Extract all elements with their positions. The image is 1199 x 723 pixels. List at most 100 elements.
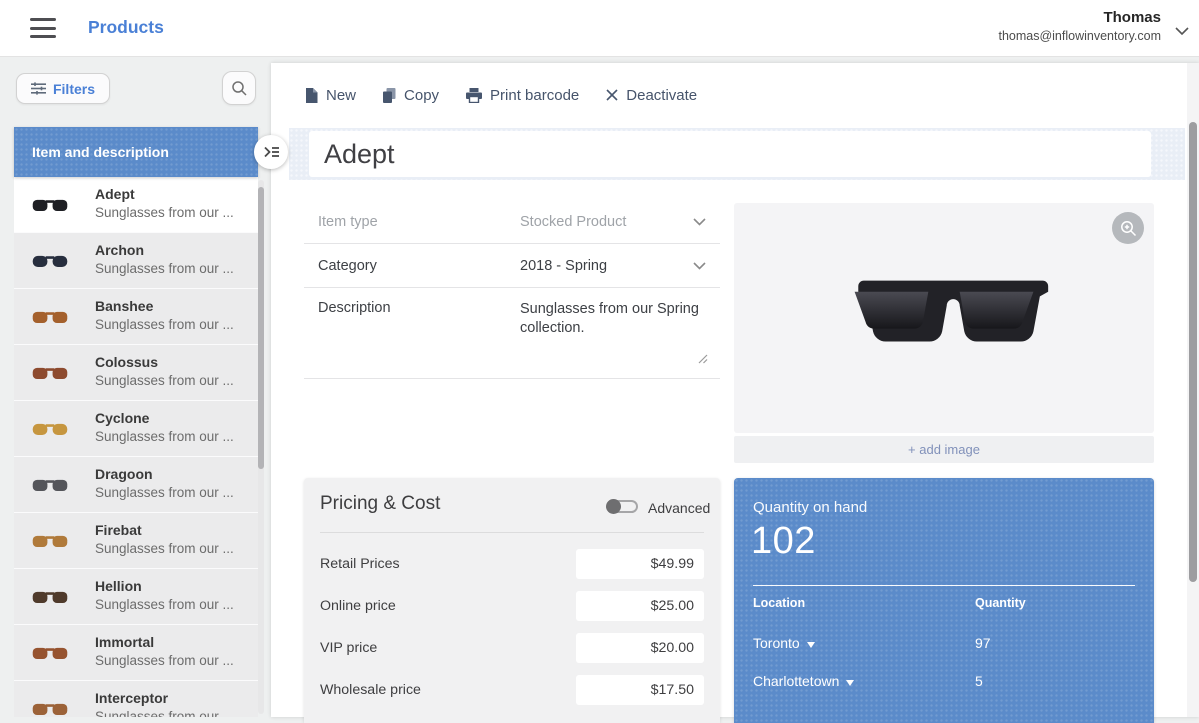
product-name: Dragoon [95,466,153,482]
wholesale-price-row: Wholesale price $17.50 [304,675,720,705]
search-button[interactable] [222,71,256,105]
main-scrollbar-thumb[interactable] [1189,122,1197,582]
zoom-image-button[interactable] [1112,212,1144,244]
product-name: Banshee [95,298,154,314]
list-item-cyclone[interactable]: Cyclone Sunglasses from our ... [14,401,258,457]
product-description: Sunglasses from our ... [95,373,234,388]
deactivate-button[interactable]: Deactivate [606,87,697,104]
list-item-interceptor[interactable]: Interceptor Sunglasses from our ... [14,681,258,717]
magnifier-plus-icon [1120,220,1137,237]
list-item-colossus[interactable]: Colossus Sunglasses from our ... [14,345,258,401]
category-value: 2018 - Spring [520,258,608,274]
sunglasses-thumbnail [32,535,68,548]
product-description: Sunglasses from our ... [95,597,234,612]
sunglasses-thumbnail [32,199,68,212]
chevron-down-icon[interactable] [693,218,706,226]
sunglasses-thumbnail [32,255,68,268]
sunglasses-thumbnail [32,479,68,492]
product-image-card [734,203,1154,433]
user-email: thomas@inflowinventory.com [998,29,1161,43]
x-cross-icon [606,89,618,101]
retail-price-input[interactable]: $49.99 [576,549,704,579]
category-row[interactable]: Category 2018 - Spring [304,244,720,288]
product-description: Sunglasses from our ... [95,317,234,332]
quantity-total: 102 [751,520,816,562]
sunglasses-thumbnail [32,647,68,660]
print-barcode-label: Print barcode [490,86,580,104]
copy-button-label: Copy [404,86,440,104]
main-panel: New Copy Print barcode Deactivate Adept … [271,63,1199,723]
product-description: Sunglasses from our ... [95,261,234,276]
menu-icon[interactable] [30,18,56,38]
product-description: Sunglasses from our ... [95,429,234,444]
quantity-value-toronto: 97 [975,635,991,651]
list-item-firebat[interactable]: Firebat Sunglasses from our ... [14,513,258,569]
collapse-panel-button[interactable] [254,135,288,169]
product-name: Firebat [95,522,142,538]
list-item-immortal[interactable]: Immortal Sunglasses from our ... [14,625,258,681]
collapse-panel-icon [263,145,280,159]
product-description: Sunglasses from our ... [95,485,234,500]
pricing-title: Pricing & Cost [320,493,441,514]
add-image-button[interactable]: + add image [734,436,1154,463]
filters-label: Filters [52,80,95,97]
description-textarea[interactable]: Sunglasses from our Spring collection. [520,300,710,338]
resize-handle-icon[interactable] [697,351,708,369]
product-image-sunglasses [845,280,1049,342]
list-item-banshee[interactable]: Banshee Sunglasses from our ... [14,289,258,345]
quantity-value-charlottetown: 5 [975,673,983,689]
product-form: Item type Stocked Product Category 2018 … [304,201,720,379]
item-type-row[interactable]: Item type Stocked Product [304,201,720,244]
page-title: Products [88,17,164,37]
wholesale-price-input[interactable]: $17.50 [576,675,704,705]
advanced-toggle[interactable] [606,498,640,515]
advanced-label: Advanced [648,500,711,516]
chevron-down-icon[interactable] [1175,23,1189,41]
print-barcode-button[interactable]: Print barcode [466,87,579,104]
product-name: Adept [95,186,135,202]
product-description: Sunglasses from our ... [95,541,234,556]
new-document-icon [305,87,318,103]
location-dropdown-charlottetown[interactable]: Charlottetown [753,673,855,689]
printer-icon [466,87,483,103]
product-name: Cyclone [95,410,150,426]
item-type-value: Stocked Product [520,214,627,230]
copy-button[interactable]: Copy [383,87,439,104]
retail-price-row: Retail Prices $49.99 [304,549,720,579]
user-menu[interactable]: Thomas thomas@inflowinventory.com [998,9,1161,43]
list-scrollbar-thumb[interactable] [258,187,264,469]
filters-button[interactable]: Filters [16,73,110,104]
category-label: Category [318,258,377,274]
quantity-column-header: Quantity [975,596,1026,610]
online-price-input[interactable]: $25.00 [576,591,704,621]
product-list: Adept Sunglasses from our ... Archon Sun… [14,177,258,717]
pricing-cost-card: Pricing & Cost Advanced Retail Prices $4… [304,478,720,723]
sunglasses-thumbnail [32,703,68,716]
list-item-hellion[interactable]: Hellion Sunglasses from our ... [14,569,258,625]
location-dropdown-toronto[interactable]: Toronto [753,635,815,651]
vip-price-input[interactable]: $20.00 [576,633,704,663]
dropdown-triangle-icon [846,680,855,686]
sunglasses-thumbnail [32,311,68,324]
chevron-down-icon[interactable] [693,261,706,270]
product-name: Interceptor [95,690,169,706]
new-button[interactable]: New [305,87,356,104]
quantity-on-hand-card: Quantity on hand 102 Location Quantity T… [734,478,1154,723]
search-icon [231,80,248,97]
product-description: Sunglasses from our ... [95,709,234,717]
list-item-adept[interactable]: Adept Sunglasses from our ... [14,177,258,233]
vip-price-row: VIP price $20.00 [304,633,720,663]
description-row: Description Sunglasses from our Spring c… [304,288,720,379]
list-item-archon[interactable]: Archon Sunglasses from our ... [14,233,258,289]
online-price-row: Online price $25.00 [304,591,720,621]
top-bar: Products Thomas thomas@inflowinventory.c… [0,0,1199,57]
list-item-dragoon[interactable]: Dragoon Sunglasses from our ... [14,457,258,513]
list-header: Item and description [14,127,258,177]
retail-price-label: Retail Prices [320,556,400,572]
list-scrollbar [258,180,264,714]
product-title-strip: Adept [289,128,1185,180]
product-name: Colossus [95,354,159,370]
new-button-label: New [326,86,357,104]
location-column-header: Location [753,596,806,610]
product-name-input[interactable]: Adept [309,131,1151,177]
